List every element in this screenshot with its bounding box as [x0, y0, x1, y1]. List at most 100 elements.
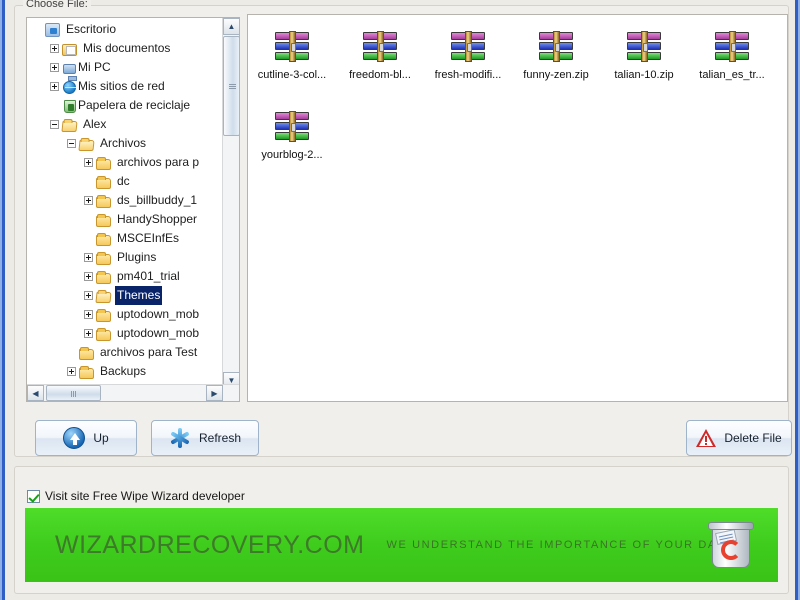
file-item[interactable]: freedom-bl...: [336, 21, 424, 101]
recycle-bin-icon: [64, 99, 76, 113]
horizontal-scroll-thumb[interactable]: [46, 385, 101, 401]
folder-icon: [96, 308, 111, 322]
tree-item[interactable]: uptodown_mob: [27, 324, 223, 343]
tree-expander-plus-icon[interactable]: [84, 310, 93, 319]
tree-item[interactable]: Papelera de reciclaje: [27, 96, 223, 115]
folder-icon: [96, 194, 111, 208]
archive-icon: [363, 31, 397, 63]
file-item[interactable]: cutline-3-col...: [248, 21, 336, 101]
banner-tagline-text: WE UNDERSTAND THE IMPORTANCE OF YOUR DAT…: [386, 539, 733, 551]
file-item-label: freedom-bl...: [349, 69, 411, 81]
file-item-label: talian_es_tr...: [699, 69, 765, 81]
tree-expander-placeholder: [50, 101, 59, 110]
folder-tree[interactable]: Escritorio Mis documentos Mi PC Mis sitios …: [27, 20, 223, 390]
archive-icon: [451, 31, 485, 63]
tree-expander-minus-icon[interactable]: [67, 139, 76, 148]
choose-file-group: Choose File: Escritorio Mis documentos Mi …: [14, 0, 792, 457]
tree-horizontal-scrollbar[interactable]: ◀ ▶: [27, 384, 239, 401]
tree-item[interactable]: dc: [27, 172, 223, 191]
tree-expander-plus-icon[interactable]: [67, 367, 76, 376]
recycle-bin-icon: [708, 520, 754, 570]
tree-item[interactable]: HandyShopper: [27, 210, 223, 229]
archive-icon: [627, 31, 661, 63]
refresh-button[interactable]: Refresh: [151, 420, 259, 456]
tree-expander-minus-icon[interactable]: [50, 120, 59, 129]
tree-expander-plus-icon[interactable]: [50, 44, 59, 53]
up-button[interactable]: Up: [35, 420, 137, 456]
tree-item-label: uptodown_mob: [117, 326, 200, 340]
tree-item-label: Escritorio: [66, 22, 117, 36]
vertical-scroll-thumb[interactable]: [223, 36, 239, 136]
tree-expander-plus-icon[interactable]: [84, 158, 93, 167]
folder-icon: [96, 175, 111, 189]
tree-expander-plus-icon[interactable]: [50, 82, 59, 91]
tree-item[interactable]: Archivos: [27, 134, 223, 153]
tree-expander-placeholder: [84, 234, 93, 243]
tree-expander-plus-icon[interactable]: [84, 329, 93, 338]
tree-item-label: MSCEInfEs: [117, 231, 180, 245]
file-item-label: cutline-3-col...: [257, 69, 327, 81]
folder-icon: [96, 251, 111, 265]
file-list-panel[interactable]: cutline-3-col... freedom-bl... fresh-modif…: [247, 14, 788, 402]
tree-item-label: Mis sitios de red: [78, 79, 165, 93]
tree-item[interactable]: MSCEInfEs: [27, 229, 223, 248]
tree-item[interactable]: Mis sitios de red: [27, 77, 223, 96]
tree-expander-plus-icon[interactable]: [84, 253, 93, 262]
tree-item-label: ds_billbuddy_1: [117, 193, 198, 207]
tree-item-label: Plugins: [117, 250, 157, 264]
folder-icon: [96, 213, 111, 227]
file-item-label: funny-zen.zip: [523, 69, 589, 81]
file-item-label: talian-10.zip: [614, 69, 674, 81]
tree-item[interactable]: Themes: [27, 286, 223, 305]
file-item[interactable]: fresh-modifi...: [424, 21, 512, 101]
tree-item[interactable]: Mis documentos: [27, 39, 223, 58]
visit-site-checkbox-row[interactable]: Visit site Free Wipe Wizard developer: [27, 489, 245, 503]
tree-expander-plus-icon[interactable]: [84, 291, 93, 300]
group-legend-choose-file: Choose File:: [23, 0, 91, 11]
file-item[interactable]: yourblog-2...: [248, 101, 336, 181]
scroll-right-icon[interactable]: ▶: [206, 385, 223, 401]
tree-item[interactable]: Escritorio: [27, 20, 223, 39]
tree-expander-placeholder: [33, 25, 42, 34]
wizardrecovery-banner[interactable]: WIZARDRECOVERY.COM WE UNDERSTAND THE IMP…: [25, 508, 778, 582]
visit-site-checkbox[interactable]: [27, 489, 40, 503]
tree-item[interactable]: Plugins: [27, 248, 223, 267]
tree-item-label: HandyShopper: [117, 212, 198, 226]
visit-site-checkbox-label: Visit site Free Wipe Wizard developer: [45, 489, 245, 503]
tree-item[interactable]: Alex: [27, 115, 223, 134]
tree-item[interactable]: archivos para p: [27, 153, 223, 172]
computer-icon: [63, 63, 77, 81]
folder-tree-panel[interactable]: Escritorio Mis documentos Mi PC Mis sitios …: [26, 17, 240, 402]
archive-icon: [275, 31, 309, 63]
tree-expander-placeholder: [67, 348, 76, 357]
promo-group: Visit site Free Wipe Wizard developer WI…: [14, 466, 789, 594]
file-item[interactable]: talian-10.zip: [600, 21, 688, 101]
tree-item[interactable]: pm401_trial: [27, 267, 223, 286]
file-item[interactable]: funny-zen.zip: [512, 21, 600, 101]
tree-item-label: Archivos: [100, 136, 147, 150]
tree-expander-plus-icon[interactable]: [50, 63, 59, 72]
tree-item-label: pm401_trial: [117, 269, 180, 283]
archive-icon: [539, 31, 573, 63]
tree-item[interactable]: Mi PC: [27, 58, 223, 81]
delete-file-button[interactable]: Delete File: [686, 420, 792, 456]
tree-expander-plus-icon[interactable]: [84, 196, 93, 205]
folder-icon: [79, 365, 94, 379]
tree-item[interactable]: Backups: [27, 362, 223, 381]
scroll-left-icon[interactable]: ◀: [27, 385, 44, 401]
documents-icon: [62, 43, 77, 56]
file-item[interactable]: talian_es_tr...: [688, 21, 776, 101]
tree-item[interactable]: uptodown_mob: [27, 305, 223, 324]
tree-item-label: dc: [117, 174, 130, 188]
tree-item-label: Mis documentos: [83, 41, 171, 55]
folder-icon: [96, 327, 111, 341]
tree-vertical-scrollbar[interactable]: ▲ ▼: [222, 18, 239, 389]
up-button-label: Up: [93, 431, 109, 445]
warning-triangle-icon: [696, 429, 717, 447]
tree-expander-plus-icon[interactable]: [84, 272, 93, 281]
dialog-window: Choose File: Escritorio Mis documentos Mi …: [0, 0, 800, 600]
tree-item[interactable]: ds_billbuddy_1: [27, 191, 223, 210]
scroll-up-icon[interactable]: ▲: [223, 18, 239, 35]
tree-item[interactable]: archivos para Test: [27, 343, 223, 362]
folder-icon: [96, 156, 111, 170]
